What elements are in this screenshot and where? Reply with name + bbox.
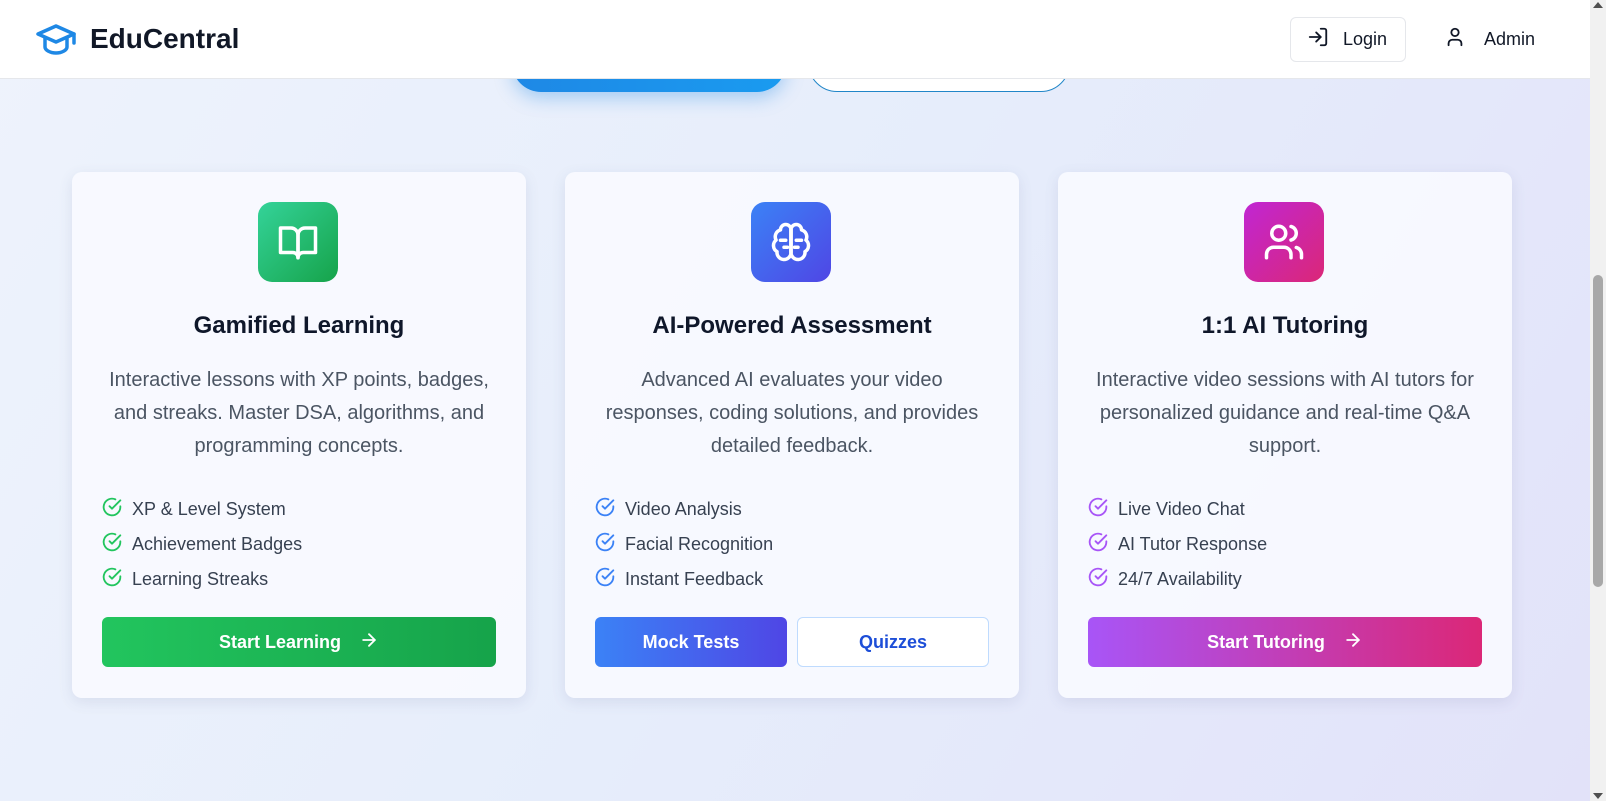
list-item: Achievement Badges (102, 527, 302, 562)
list-item: Instant Feedback (595, 562, 773, 597)
quizzes-button[interactable]: Quizzes (797, 617, 989, 667)
feature-label: XP & Level System (132, 499, 286, 519)
cta-label: Start Learning (218, 631, 342, 652)
feature-label: Live Video Chat (1118, 499, 1245, 519)
feature-label: 24/7 Availability (1118, 569, 1242, 589)
admin-menu-button[interactable]: Admin (1430, 17, 1549, 62)
feature-label: Instant Feedback (625, 569, 764, 589)
check-circle-icon (595, 532, 615, 557)
graduation-cap-icon (36, 20, 76, 58)
arrow-right-icon (359, 630, 379, 655)
feature-list: Live Video Chat AI Tutor Response 24/7 A… (1088, 492, 1267, 597)
users-icon (1244, 202, 1324, 282)
card-description: Interactive lessons with XP points, badg… (109, 369, 489, 457)
card-description: Interactive video sessions with AI tutor… (1096, 369, 1474, 457)
check-circle-icon (102, 497, 122, 522)
brain-icon (751, 202, 831, 282)
list-item: Learning Streaks (102, 562, 302, 597)
feature-card-gamified-learning: Gamified Learning Interactive lessons wi… (72, 172, 526, 698)
card-title: AI-Powered Assessment (652, 312, 932, 339)
page-scrollbar[interactable] (1590, 0, 1606, 801)
admin-label: Admin (1484, 29, 1536, 49)
check-circle-icon (1088, 567, 1108, 592)
feature-list: XP & Level System Achievement Badges Lea… (102, 492, 302, 597)
feature-list: Video Analysis Facial Recognition Instan… (595, 492, 773, 597)
start-tutoring-button[interactable]: Start Tutoring (1088, 617, 1482, 667)
button-label: Quizzes (858, 631, 928, 652)
scrollbar-thumb[interactable] (1593, 275, 1603, 587)
scroll-up-arrow-icon[interactable] (1593, 2, 1603, 8)
list-item: Facial Recognition (595, 527, 773, 562)
feature-card-ai-assessment: AI-Powered Assessment Advanced AI evalua… (565, 172, 1019, 698)
check-circle-icon (1088, 497, 1108, 522)
arrow-right-icon (1343, 630, 1363, 655)
feature-label: Learning Streaks (132, 569, 269, 589)
cta-label: Start Tutoring (1207, 631, 1325, 652)
list-item: Live Video Chat (1088, 492, 1267, 527)
list-item: Video Analysis (595, 492, 773, 527)
list-item: XP & Level System (102, 492, 302, 527)
brand[interactable]: EduCentral (36, 20, 239, 58)
log-in-icon (1307, 26, 1329, 53)
feature-label: Achievement Badges (132, 534, 303, 554)
list-item: AI Tutor Response (1088, 527, 1267, 562)
card-title: 1:1 AI Tutoring (1201, 312, 1369, 339)
login-button[interactable]: Login (1290, 17, 1406, 62)
check-circle-icon (595, 567, 615, 592)
login-label: Login (1343, 29, 1388, 49)
feature-label: Facial Recognition (625, 534, 774, 554)
check-circle-icon (102, 567, 122, 592)
list-item: 24/7 Availability (1088, 562, 1267, 597)
feature-label: AI Tutor Response (1118, 534, 1268, 554)
check-circle-icon (102, 532, 122, 557)
brand-name: EduCentral (90, 23, 240, 54)
user-icon (1444, 26, 1466, 53)
scroll-down-arrow-icon[interactable] (1593, 793, 1603, 799)
button-label: Mock Tests (642, 631, 740, 652)
book-open-icon (258, 202, 338, 282)
top-navbar: EduCentral Login Admin (0, 0, 1590, 79)
start-learning-button[interactable]: Start Learning (102, 617, 496, 667)
mock-tests-button[interactable]: Mock Tests (595, 617, 787, 667)
feature-card-ai-tutoring: 1:1 AI Tutoring Interactive video sessio… (1058, 172, 1512, 698)
card-title: Gamified Learning (193, 312, 405, 339)
card-description: Advanced AI evaluates your video respons… (605, 369, 979, 457)
check-circle-icon (595, 497, 615, 522)
feature-label: Video Analysis (625, 499, 742, 519)
check-circle-icon (1088, 532, 1108, 557)
